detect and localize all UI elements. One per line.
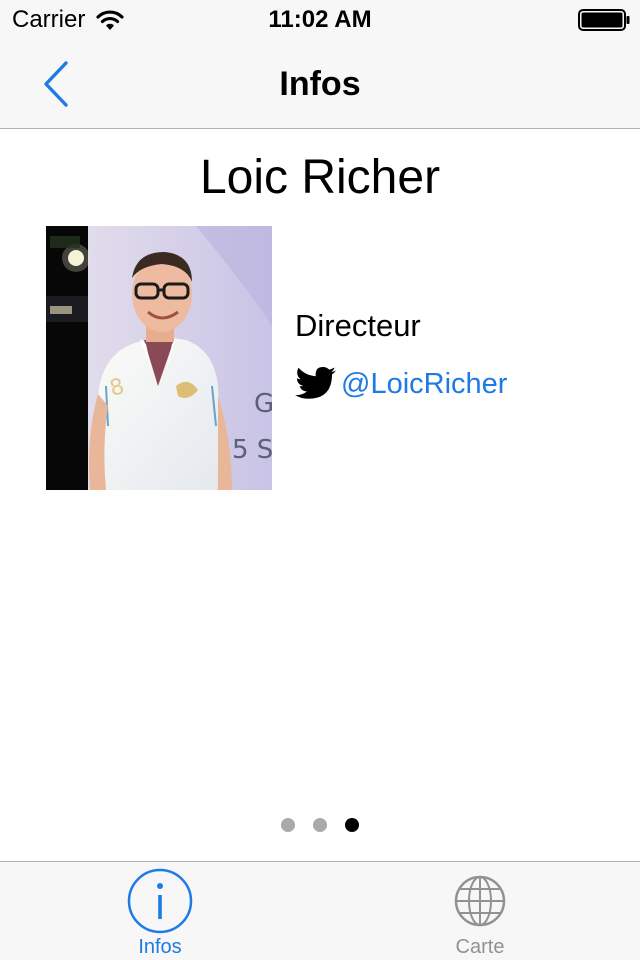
twitter-handle: @LoicRicher xyxy=(341,368,508,400)
page-dot[interactable] xyxy=(281,818,295,832)
battery-icon xyxy=(578,9,630,31)
twitter-bird-icon xyxy=(295,367,336,399)
globe-icon xyxy=(454,875,506,927)
info-icon xyxy=(127,868,193,934)
tab-bar: Infos Carte xyxy=(0,861,640,960)
profile-photo: 8 G 5 S xyxy=(46,226,272,490)
photo-overlay-text: G xyxy=(254,389,272,419)
page-dot[interactable] xyxy=(313,818,327,832)
screen: Carrier 11:02 AM Infos Loic Richer 8 G 5… xyxy=(0,0,640,960)
page-control[interactable] xyxy=(0,818,640,832)
twitter-link[interactable]: @LoicRicher xyxy=(295,364,507,404)
person-name: Loic Richer xyxy=(199,151,441,204)
nav-title: Infos xyxy=(279,65,361,103)
status-time: 11:02 AM xyxy=(268,6,372,33)
tab-infos-label: Infos xyxy=(138,936,182,958)
tab-carte[interactable]: Carte xyxy=(320,862,640,960)
tab-carte-label: Carte xyxy=(455,936,505,958)
navigation-bar: Infos xyxy=(0,40,640,129)
photo-overlay-text: 5 S xyxy=(232,435,272,465)
job-title: Directeur xyxy=(295,308,421,343)
page-dot-current[interactable] xyxy=(345,818,359,832)
tab-infos[interactable]: Infos xyxy=(0,862,320,960)
status-bar: Carrier 11:02 AM xyxy=(0,0,640,40)
